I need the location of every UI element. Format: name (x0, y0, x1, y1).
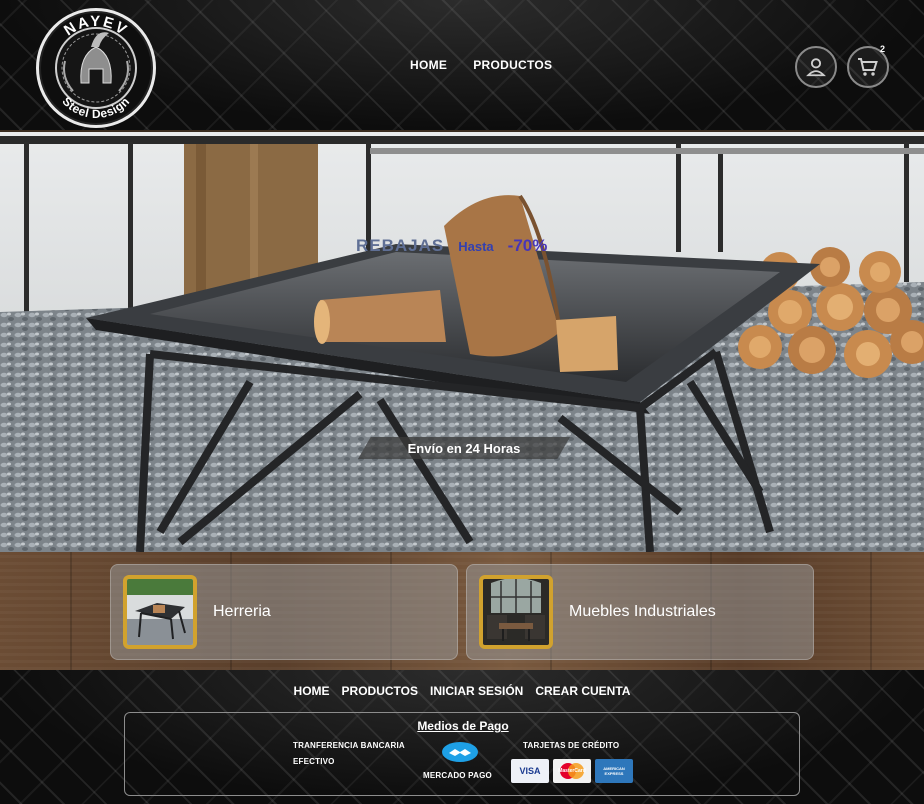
mastercard-icon: MasterCard (553, 759, 591, 783)
logo-name-top: NAYEV (61, 13, 129, 39)
mercado-pago-handshake-icon (442, 742, 478, 762)
category-card-herreria[interactable]: Herreria (110, 564, 458, 660)
svg-text:Steel Design: Steel Design (60, 94, 133, 121)
visa-card-icon: VISA (511, 759, 549, 783)
category-label: Herreria (213, 603, 271, 620)
cart-icon (858, 58, 878, 76)
amex-card-icon: AMERICAN EXPRESS (595, 759, 633, 783)
mastercard-label: MasterCard (558, 768, 586, 774)
cash-label: EFECTIVO (293, 757, 335, 766)
industrial-furniture-thumbnail (479, 575, 553, 649)
category-label: Muebles Industriales (569, 603, 716, 620)
payment-methods-box: Medios de Pago TRANFERENCIA BANCARIA EFE… (124, 712, 800, 796)
site-footer: HOME PRODUCTOS INICIAR SESIÓN CREAR CUEN… (0, 670, 924, 804)
account-button[interactable] (795, 46, 837, 88)
category-section: Herreria Muebles Industriales (0, 552, 924, 670)
site-header: NAYEV Steel Design HOME PRODUCTOS 2 (0, 0, 924, 132)
footer-home-link[interactable]: HOME (294, 684, 330, 698)
amex-card-label: AMERICAN EXPRESS (603, 766, 625, 776)
main-nav: HOME PRODUCTOS (410, 58, 552, 72)
nav-products-link[interactable]: PRODUCTOS (473, 58, 552, 72)
brand-logo[interactable]: NAYEV Steel Design (36, 8, 156, 128)
promo-word: REBAJAS (356, 236, 445, 255)
footer-login-link[interactable]: INICIAR SESIÓN (430, 684, 523, 698)
nav-home-link[interactable]: HOME (410, 58, 447, 72)
logo-name-bottom: Steel Design (60, 94, 132, 121)
promo-discount: -70% (507, 236, 548, 255)
footer-products-link[interactable]: PRODUCTOS (342, 684, 418, 698)
category-card-muebles-industriales[interactable]: Muebles Industriales (466, 564, 814, 660)
bank-transfer-label: TRANFERENCIA BANCARIA (293, 741, 405, 750)
fire-pit-photo (0, 132, 924, 552)
payment-methods-title: Medios de Pago (417, 719, 509, 733)
hero-banner[interactable]: REBAJAS Hasta -70% Envío en 24 Horas (0, 132, 924, 552)
promo-until: Hasta (458, 239, 494, 254)
credit-cards-label: TARJETAS DE CRÉDITO (523, 741, 620, 750)
fire-pit-thumbnail (123, 575, 197, 649)
visa-card-label: VISA (519, 766, 541, 776)
cart-count-badge: 2 (879, 44, 885, 54)
svg-text:NAYEV: NAYEV (61, 13, 131, 39)
footer-nav: HOME PRODUCTOS INICIAR SESIÓN CREAR CUEN… (0, 684, 924, 698)
promo-headline: REBAJAS Hasta -70% (356, 236, 547, 256)
user-icon (806, 58, 826, 77)
mercado-pago-label: MERCADO PAGO (423, 771, 492, 780)
footer-register-link[interactable]: CREAR CUENTA (535, 684, 630, 698)
shipping-badge: Envío en 24 Horas (358, 437, 570, 459)
cart-button[interactable]: 2 (847, 44, 889, 88)
logo-lettering: NAYEV Steel Design (60, 13, 133, 121)
